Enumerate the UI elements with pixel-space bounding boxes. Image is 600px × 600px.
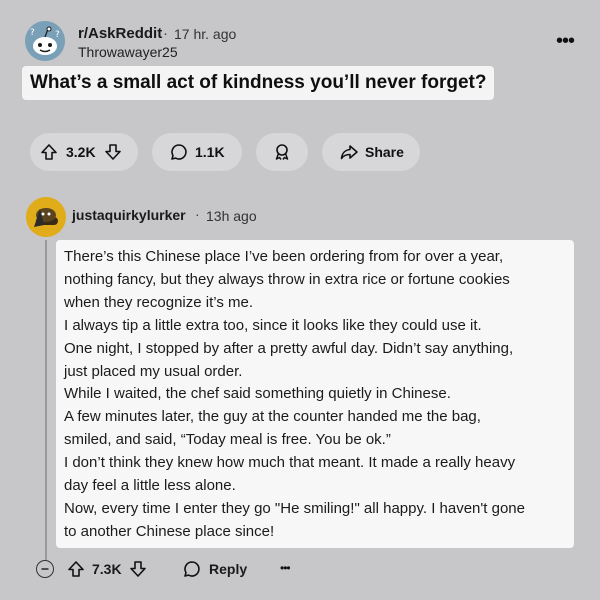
minus-circle-icon <box>41 568 49 570</box>
comment-line: to another Chinese place since! <box>64 522 275 540</box>
subreddit-avatar[interactable]: ? ? <box>25 21 65 61</box>
comment-line: when they recognize it’s me. <box>64 293 253 311</box>
svg-text:?: ? <box>30 28 35 38</box>
collapse-thread-button[interactable] <box>36 560 54 578</box>
comment-line: A few minutes later, the guy at the coun… <box>64 408 481 426</box>
post-title-highlight: What’s a small act of kindness you’ll ne… <box>22 66 495 100</box>
share-label: Share <box>365 144 404 160</box>
snoo-icon: ? ? <box>25 21 65 61</box>
post-more-button[interactable]: ••• <box>556 30 575 53</box>
comment-line: I always tip a little extra too, since i… <box>64 316 482 334</box>
post-timestamp: 17 hr. ago <box>174 26 237 42</box>
post-title[interactable]: What’s a small act of kindness you’ll ne… <box>30 66 486 100</box>
comment-line: just placed my usual order. <box>64 362 243 380</box>
svg-text:?: ? <box>55 30 60 40</box>
award-icon <box>272 142 292 162</box>
arrow-up-icon[interactable] <box>66 559 86 579</box>
share-arrow-icon <box>339 142 359 162</box>
comment-vote-group: 7.3K <box>66 559 148 579</box>
comment-line: There’s this Chinese place I’ve been ord… <box>64 248 504 265</box>
comment-line: day feel a little less alone. <box>64 477 236 495</box>
reply-button[interactable]: Reply <box>182 559 247 579</box>
comment-line: nothing fancy, but they always throw in … <box>64 270 510 288</box>
more-horizontal-icon: ••• <box>280 561 291 575</box>
comment-username[interactable]: justaquirkylurker <box>72 207 186 223</box>
arrow-up-icon[interactable] <box>39 142 59 162</box>
speech-bubble-icon <box>182 559 202 579</box>
arrow-down-icon[interactable] <box>103 142 123 162</box>
speech-bubble-icon <box>169 142 189 162</box>
comment-timestamp: 13h ago <box>206 208 257 224</box>
comment-upvote-count: 7.3K <box>92 561 122 577</box>
award-button[interactable] <box>256 133 308 171</box>
snoo-avatar-icon <box>26 197 66 237</box>
separator-dot: · <box>163 25 168 42</box>
more-horizontal-icon: ••• <box>556 30 575 52</box>
post-comment-count: 1.1K <box>195 144 225 160</box>
subreddit-name[interactable]: r/AskReddit <box>78 25 162 42</box>
share-button[interactable]: Share <box>322 133 420 171</box>
vote-pill: 3.2K <box>30 133 138 171</box>
comment-line: I don’t think they knew how much that me… <box>64 454 516 472</box>
comment-more-button[interactable]: ••• <box>280 561 291 575</box>
thread-line[interactable] <box>45 240 47 560</box>
commenter-avatar[interactable] <box>26 197 66 237</box>
reply-label: Reply <box>209 561 248 577</box>
post-upvote-count: 3.2K <box>66 144 96 160</box>
comments-button[interactable]: 1.1K <box>152 133 242 171</box>
post-author[interactable]: Throwawayer25 <box>78 44 178 60</box>
comment-line: Now, every time I enter they go "He smil… <box>64 499 525 517</box>
comment-line: One night, I stopped by after a pretty a… <box>64 339 514 357</box>
arrow-down-icon[interactable] <box>128 559 148 579</box>
comment-line: smiled, and said, “Today meal is free. Y… <box>64 431 391 449</box>
comment-line: While I waited, the chef said something … <box>64 385 451 403</box>
comment-body: There’s this Chinese place I’ve been ord… <box>56 240 574 548</box>
separator-dot: · <box>195 206 200 222</box>
